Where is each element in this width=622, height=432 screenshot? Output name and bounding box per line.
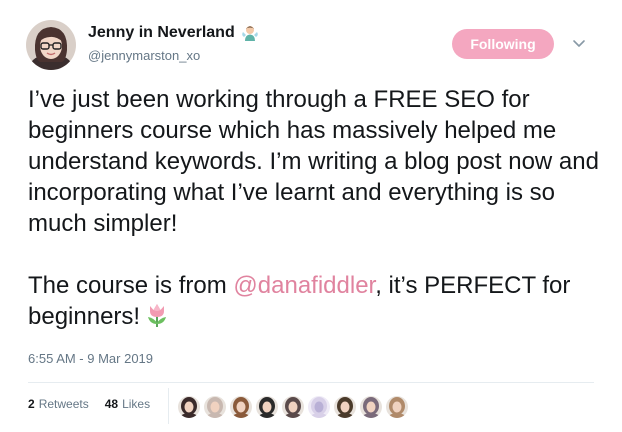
liker-avatar-1[interactable] — [178, 396, 200, 418]
chevron-down-icon[interactable] — [572, 36, 586, 54]
liker-avatar-7[interactable] — [334, 396, 356, 418]
likers-avatar-list — [178, 396, 408, 418]
paragraph-2-prefix: The course is from — [28, 272, 234, 299]
liker-avatar-5[interactable] — [282, 396, 304, 418]
liker-avatar-3[interactable] — [230, 396, 252, 418]
mention-link[interactable]: @danafiddler — [233, 272, 375, 299]
tweet-text: I’ve just been working through a FREE SE… — [28, 84, 608, 336]
likes-label[interactable]: Likes — [122, 397, 150, 411]
tulip-emoji-icon — [144, 302, 170, 336]
tweet-stats: 2 Retweets 48 Likes — [28, 397, 150, 411]
divider — [28, 382, 594, 383]
author-display-name[interactable]: Jenny in Neverland — [88, 24, 259, 42]
display-name-text[interactable]: Jenny in Neverland — [88, 24, 235, 42]
liker-avatar-4[interactable] — [256, 396, 278, 418]
author-avatar[interactable] — [26, 20, 76, 70]
tweet-timestamp[interactable]: 6:55 AM - 9 Mar 2019 — [28, 351, 153, 366]
liker-avatar-2[interactable] — [204, 396, 226, 418]
following-button[interactable]: Following — [452, 29, 554, 59]
tweet-paragraph-2: The course is from @danafiddler, it’s PE… — [28, 270, 608, 336]
liker-avatar-9[interactable] — [386, 396, 408, 418]
retweets-count[interactable]: 2 — [28, 397, 35, 411]
fairy-emoji-icon — [241, 24, 259, 42]
retweets-label[interactable]: Retweets — [39, 397, 89, 411]
likes-count[interactable]: 48 — [105, 397, 118, 411]
stats-divider — [168, 388, 169, 424]
liker-avatar-8[interactable] — [360, 396, 382, 418]
tweet-paragraph-1: I’ve just been working through a FREE SE… — [28, 86, 599, 237]
liker-avatar-6[interactable] — [308, 396, 330, 418]
author-handle[interactable]: @jennymarston_xo — [88, 48, 200, 63]
